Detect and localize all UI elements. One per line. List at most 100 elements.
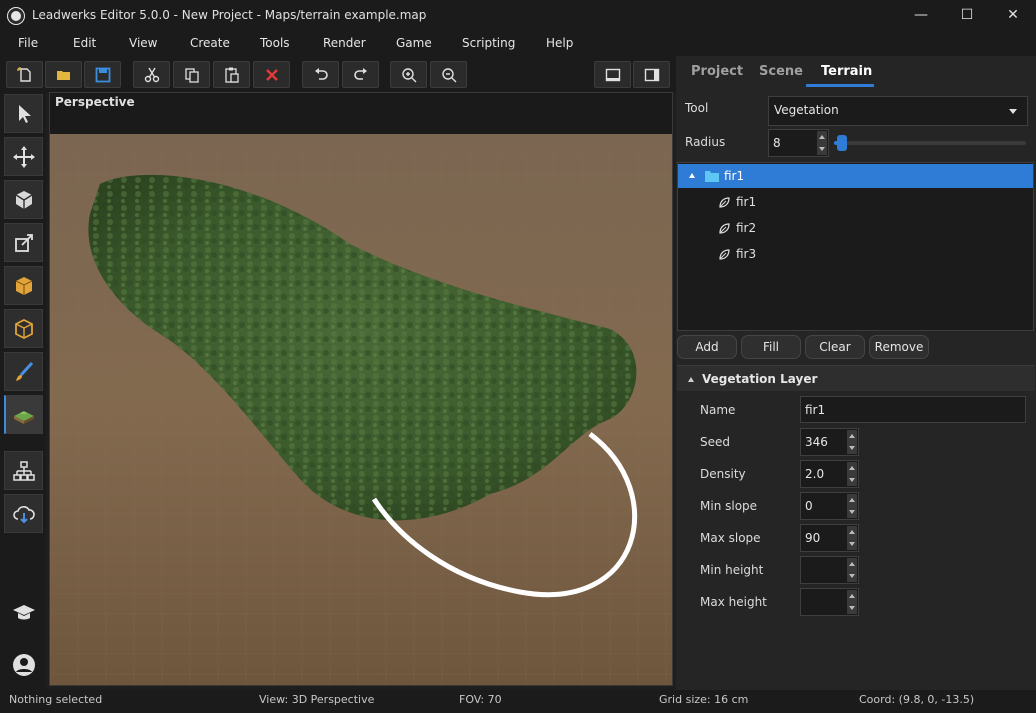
- minimize-button[interactable]: —: [898, 0, 944, 31]
- cut-icon: [144, 67, 159, 82]
- hierarchy-tool-button[interactable]: [4, 451, 43, 490]
- vegetation-layer-section-header[interactable]: Vegetation Layer: [677, 365, 1035, 391]
- app-logo-icon: [8, 8, 24, 24]
- tab-terrain[interactable]: Terrain: [821, 64, 872, 79]
- sidebar-view-button[interactable]: [633, 61, 670, 88]
- spin-down-icon[interactable]: [847, 570, 857, 582]
- menu-tools[interactable]: Tools: [260, 36, 290, 50]
- radius-slider-handle[interactable]: [837, 135, 847, 151]
- spin-up-icon[interactable]: [847, 590, 857, 602]
- density-spinbox[interactable]: 2.0: [800, 460, 859, 488]
- add-layer-button[interactable]: Add: [677, 335, 737, 359]
- spin-down-icon[interactable]: [847, 474, 857, 486]
- redo-button[interactable]: [342, 61, 379, 88]
- tree-item-label: fir1: [736, 195, 757, 209]
- expand-triangle-icon[interactable]: [689, 173, 695, 178]
- spin-up-icon[interactable]: [847, 558, 857, 570]
- tree-item-fir2[interactable]: fir2: [678, 216, 1033, 240]
- close-window-button[interactable]: ✕: [990, 0, 1036, 31]
- max-height-label: Max height: [700, 595, 767, 609]
- spin-down-icon[interactable]: [817, 143, 827, 155]
- spin-down-icon[interactable]: [847, 538, 857, 550]
- move-tool-button[interactable]: [4, 137, 43, 176]
- tree-item-root[interactable]: fir1: [678, 164, 1033, 188]
- spin-up-icon[interactable]: [847, 430, 857, 442]
- vegetation-layer-tree: fir1 fir1 fir2 fir3: [677, 162, 1034, 331]
- name-label: Name: [700, 403, 736, 417]
- radius-spinbox[interactable]: 8: [768, 129, 829, 157]
- paint-tool-button[interactable]: [4, 352, 43, 391]
- clear-button[interactable]: Clear: [805, 335, 865, 359]
- select-tool-button[interactable]: [4, 94, 43, 133]
- fill-button[interactable]: Fill: [741, 335, 801, 359]
- perspective-viewport[interactable]: Perspective: [49, 92, 673, 686]
- cut-button[interactable]: [133, 61, 170, 88]
- menu-render[interactable]: Render: [323, 36, 366, 50]
- edit-face-icon: [14, 233, 33, 252]
- spin-up-icon[interactable]: [847, 462, 857, 474]
- undo-button[interactable]: [302, 61, 339, 88]
- menu-help[interactable]: Help: [546, 36, 573, 50]
- menu-create[interactable]: Create: [190, 36, 230, 50]
- edit-face-tool-button[interactable]: [4, 223, 43, 262]
- max-height-spinbox[interactable]: [800, 588, 859, 616]
- open-button[interactable]: [45, 61, 82, 88]
- tutorial-button[interactable]: [4, 593, 43, 632]
- terrain-scene[interactable]: [50, 134, 672, 686]
- leaf-icon: [719, 197, 730, 208]
- name-field[interactable]: fir1: [800, 396, 1026, 423]
- hierarchy-icon: [12, 460, 35, 481]
- user-icon: [12, 653, 35, 676]
- spin-down-icon[interactable]: [847, 506, 857, 518]
- radius-slider[interactable]: [834, 135, 1026, 151]
- box-tool-button[interactable]: [4, 266, 43, 305]
- tree-item-label: fir2: [736, 221, 757, 235]
- spin-up-icon[interactable]: [817, 131, 827, 143]
- save-button[interactable]: [84, 61, 121, 88]
- menu-edit[interactable]: Edit: [73, 36, 96, 50]
- min-height-spinbox[interactable]: [800, 556, 859, 584]
- density-value: 2.0: [805, 467, 825, 481]
- remove-layer-button[interactable]: Remove: [869, 335, 929, 359]
- sidebar-view-icon: [644, 68, 659, 81]
- collapse-triangle-icon: [688, 377, 694, 382]
- delete-button[interactable]: [253, 61, 290, 88]
- cloud-download-tool-button[interactable]: [4, 494, 43, 533]
- box-icon: [15, 276, 32, 295]
- chevron-down-icon: [1009, 109, 1017, 114]
- max-slope-spinbox[interactable]: 90: [800, 524, 859, 552]
- new-button[interactable]: [6, 61, 43, 88]
- zoom-out-button[interactable]: [430, 61, 467, 88]
- tree-item-fir3[interactable]: fir3: [678, 242, 1033, 266]
- spin-down-icon[interactable]: [847, 442, 857, 454]
- menu-view[interactable]: View: [129, 36, 157, 50]
- spin-up-icon[interactable]: [847, 526, 857, 538]
- user-account-button[interactable]: [4, 645, 43, 684]
- cloud-download-icon: [12, 505, 35, 523]
- paint-icon: [15, 361, 33, 381]
- menu-game[interactable]: Game: [396, 36, 432, 50]
- maximize-button[interactable]: ☐: [944, 0, 990, 31]
- tab-project[interactable]: Project: [691, 64, 743, 79]
- tool-dropdown[interactable]: Vegetation: [768, 96, 1028, 126]
- single-view-button[interactable]: [594, 61, 631, 88]
- tab-scene[interactable]: Scene: [759, 64, 803, 79]
- copy-button[interactable]: [173, 61, 210, 88]
- brush-vertex-tool-button[interactable]: [4, 309, 43, 348]
- zoom-in-button[interactable]: [390, 61, 427, 88]
- leaf-icon: [719, 223, 730, 234]
- tree-item-fir1[interactable]: fir1: [678, 190, 1033, 214]
- menu-scripting[interactable]: Scripting: [462, 36, 515, 50]
- terrain-tool-button[interactable]: [4, 395, 43, 434]
- create-object-tool-button[interactable]: [4, 180, 43, 219]
- menu-file[interactable]: File: [18, 36, 38, 50]
- viewport-label: Perspective: [55, 95, 135, 109]
- spin-up-icon[interactable]: [847, 494, 857, 506]
- single-view-icon: [605, 68, 620, 81]
- tree-item-label: fir1: [724, 169, 745, 183]
- main-toolbar: [0, 56, 676, 92]
- min-slope-spinbox[interactable]: 0: [800, 492, 859, 520]
- paste-button[interactable]: [213, 61, 250, 88]
- spin-down-icon[interactable]: [847, 602, 857, 614]
- seed-spinbox[interactable]: 346: [800, 428, 859, 456]
